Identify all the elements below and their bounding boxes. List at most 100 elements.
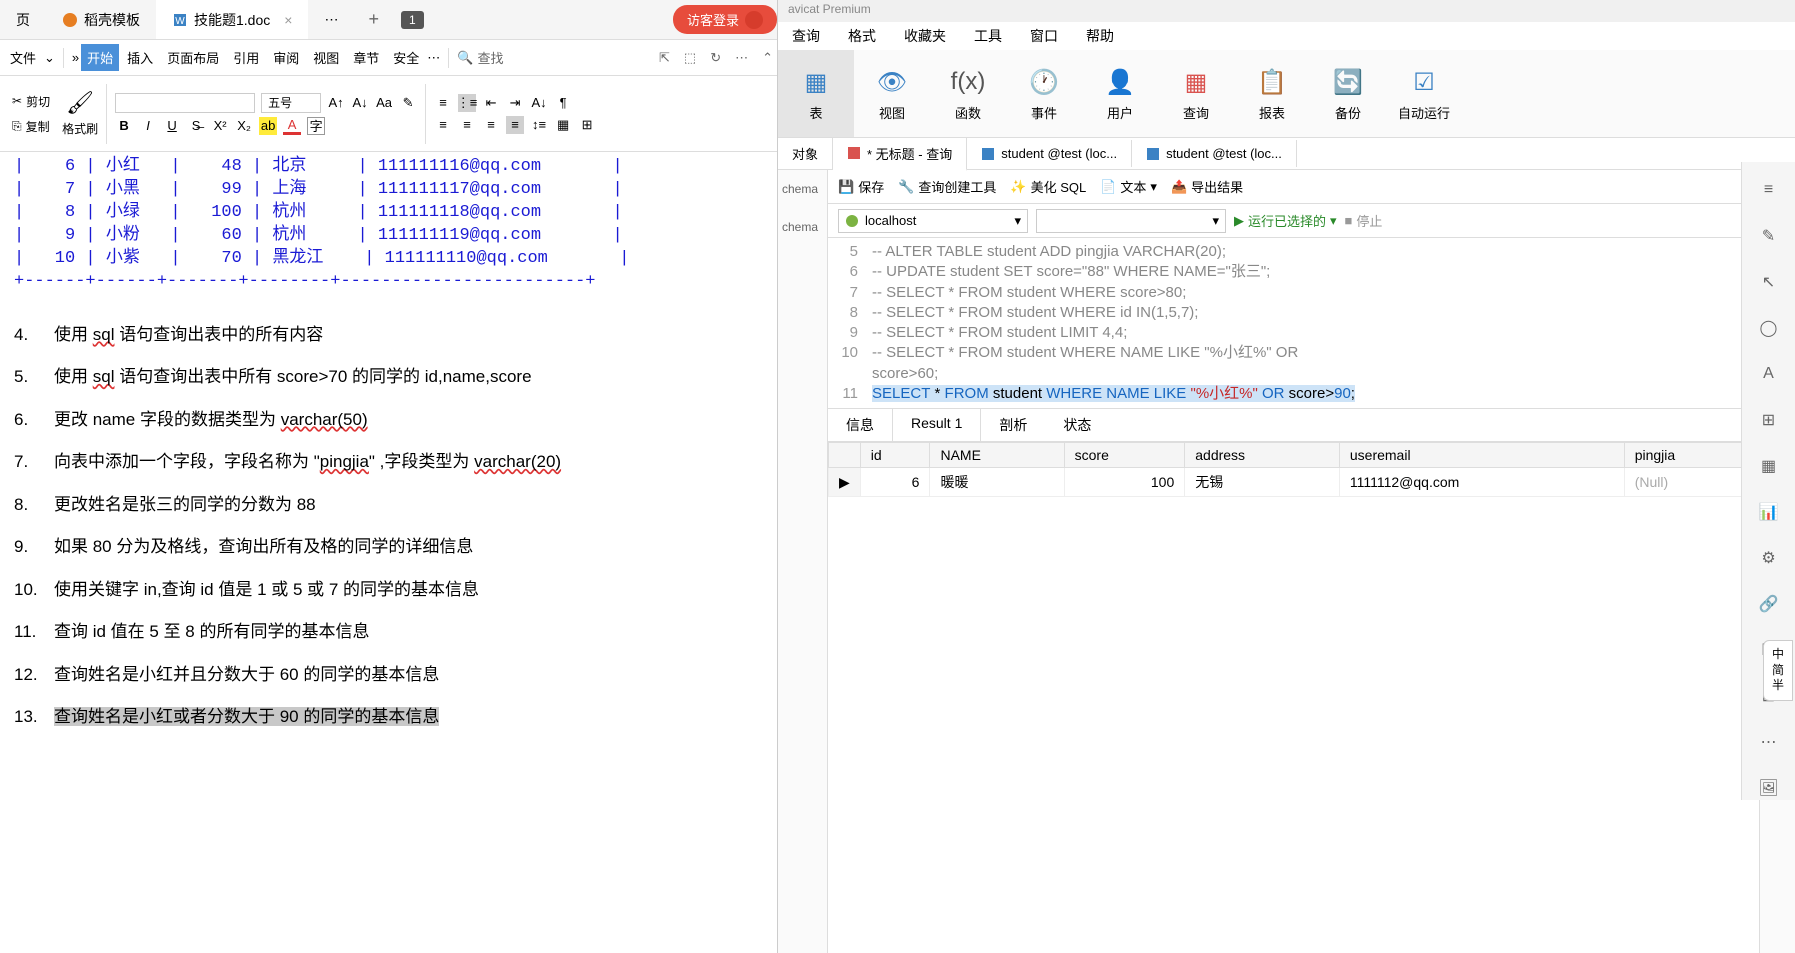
tab-document[interactable]: W 技能题1.doc × — [156, 0, 308, 39]
column-header[interactable]: score — [1064, 443, 1185, 468]
paintbrush-icon[interactable]: 🖌 — [66, 90, 94, 116]
menu-item[interactable]: 工具 — [974, 26, 1002, 46]
cursor-icon[interactable]: ↖ — [1757, 270, 1781, 294]
cell[interactable]: 无锡 — [1185, 468, 1340, 497]
sync-icon[interactable]: ↻ — [710, 50, 721, 66]
menu-start[interactable]: 开始 — [81, 44, 119, 71]
ribbon-view-button[interactable]: 👁视图 — [854, 50, 930, 137]
cell[interactable]: 暖暖 — [930, 468, 1064, 497]
menu-item[interactable]: 帮助 — [1086, 26, 1114, 46]
column-header[interactable]: useremail — [1339, 443, 1624, 468]
align-right-icon[interactable]: ≡ — [482, 116, 500, 134]
document-body[interactable]: | 6 | 小红 | 48 | 北京 | 111111116@qq.com | … — [0, 152, 777, 953]
new-tab-button[interactable]: + — [354, 9, 393, 30]
guest-login-button[interactable]: 访客登录 — [673, 5, 777, 34]
ribbon-user-button[interactable]: 👤用户 — [1082, 50, 1158, 137]
menu-item[interactable]: 查询 — [792, 26, 820, 46]
table-icon[interactable]: ⊞ — [1757, 408, 1781, 432]
copy-button[interactable]: ⎘复制 — [8, 116, 54, 137]
ribbon-fx-button[interactable]: f(x)函数 — [930, 50, 1006, 137]
tab-student-1[interactable]: student @test (loc... — [967, 140, 1132, 167]
font-color-icon[interactable]: A — [283, 117, 301, 135]
ribbon-query-button[interactable]: ▦查询 — [1158, 50, 1234, 137]
cut-button[interactable]: ✂剪切 — [8, 91, 54, 112]
sql-editor[interactable]: 5-- ALTER TABLE student ADD pingjia VARC… — [828, 238, 1759, 408]
run-selected-button[interactable]: ▶ 运行已选择的 ▾ — [1234, 211, 1337, 230]
cell[interactable]: 6 — [860, 468, 930, 497]
connection-select[interactable]: localhost ▾ — [838, 209, 1028, 233]
grid-icon[interactable]: ▦ — [1757, 454, 1781, 478]
database-select[interactable]: ▾ — [1036, 209, 1226, 233]
menu-chapter[interactable]: 章节 — [347, 44, 385, 71]
font-family-select[interactable] — [115, 93, 255, 113]
sort-icon[interactable]: A↓ — [530, 94, 548, 112]
underline-icon[interactable]: U — [163, 117, 181, 135]
result-tab[interactable]: 剖析 — [981, 409, 1045, 441]
more-side-icon[interactable]: ⋯ — [1757, 730, 1781, 754]
align-center-icon[interactable]: ≡ — [458, 116, 476, 134]
indent-left-icon[interactable]: ⇤ — [482, 94, 500, 112]
align-left-icon[interactable]: ≡ — [434, 116, 452, 134]
column-header[interactable]: NAME — [930, 443, 1064, 468]
collapse-icon[interactable]: ≡ — [1757, 178, 1781, 202]
ribbon-clock-button[interactable]: 🕐事件 — [1006, 50, 1082, 137]
bold-icon[interactable]: B — [115, 117, 133, 135]
result-tab[interactable]: 信息 — [828, 409, 892, 441]
grow-font-icon[interactable]: A↑ — [327, 94, 345, 112]
table-row[interactable]: ▶6暖暖100无锡1111112@qq.com(Null) — [829, 468, 1759, 497]
number-list-icon[interactable]: ⋮≡ — [458, 94, 476, 112]
menu-overflow-icon[interactable]: ⋯ — [427, 50, 440, 66]
bullet-list-icon[interactable]: ≡ — [434, 94, 452, 112]
char-border-icon[interactable]: 字 — [307, 117, 325, 135]
align-justify-icon[interactable]: ≡ — [506, 116, 524, 134]
close-icon[interactable]: × — [284, 12, 292, 28]
change-case-icon[interactable]: Aa — [375, 94, 393, 112]
tab-objects[interactable]: 对象 — [778, 138, 833, 169]
ime-badge[interactable]: 中简半 — [1763, 640, 1793, 701]
indent-right-icon[interactable]: ⇥ — [506, 94, 524, 112]
font-size-select[interactable] — [261, 93, 321, 113]
italic-icon[interactable]: I — [139, 117, 157, 135]
show-marks-icon[interactable]: ¶ — [554, 94, 572, 112]
ribbon-backup-button[interactable]: 🔄备份 — [1310, 50, 1386, 137]
menu-references[interactable]: 引用 — [227, 44, 265, 71]
export-result-button[interactable]: 📤导出结果 — [1171, 177, 1243, 196]
tab-overflow[interactable]: ⋯ — [308, 0, 354, 39]
text-icon[interactable]: A — [1757, 362, 1781, 386]
cloud-icon[interactable]: ⬚ — [684, 50, 696, 66]
query-builder-button[interactable]: 🔧查询创建工具 — [898, 177, 996, 196]
pen-icon[interactable]: ✎ — [1757, 224, 1781, 248]
more-icon[interactable]: ⋯ — [735, 50, 748, 66]
result-tab[interactable]: 状态 — [1045, 409, 1109, 441]
menu-file[interactable]: 文件 — [4, 44, 42, 71]
strike-icon[interactable]: S̶ — [187, 117, 205, 135]
menu-item[interactable]: 格式 — [848, 26, 876, 46]
menu-more-icon[interactable]: » — [72, 50, 79, 65]
highlight-icon[interactable]: ab — [259, 117, 277, 135]
search-button[interactable]: 🔍 查找 — [457, 48, 503, 67]
menu-item[interactable]: 窗口 — [1030, 26, 1058, 46]
chart-icon[interactable]: 📊 — [1757, 500, 1781, 524]
menu-security[interactable]: 安全 — [387, 44, 425, 71]
ribbon-table-button[interactable]: ▦表 — [778, 50, 854, 137]
stop-button[interactable]: ■ 停止 — [1345, 211, 1383, 230]
cell[interactable]: 1111112@qq.com — [1339, 468, 1624, 497]
tab-student-2[interactable]: student @test (loc... — [1132, 140, 1297, 167]
menu-page-layout[interactable]: 页面布局 — [161, 44, 225, 71]
line-spacing-icon[interactable]: ↕≡ — [530, 116, 548, 134]
column-header[interactable]: address — [1185, 443, 1340, 468]
image-icon[interactable]: 🖼 — [1757, 776, 1781, 800]
result-grid[interactable]: idNAMEscoreaddressuseremailpingjia ▶6暖暖1… — [828, 442, 1759, 953]
column-header[interactable]: id — [860, 443, 930, 468]
ribbon-report-button[interactable]: 📋报表 — [1234, 50, 1310, 137]
caret-icon[interactable]: ⌃ — [762, 50, 773, 66]
menu-review[interactable]: 审阅 — [267, 44, 305, 71]
link-icon[interactable]: 🔗 — [1757, 592, 1781, 616]
ribbon-auto-button[interactable]: ☑自动运行 — [1386, 50, 1462, 137]
text-button[interactable]: 📄文本▾ — [1100, 177, 1157, 196]
clear-format-icon[interactable]: ✎ — [399, 94, 417, 112]
superscript-icon[interactable]: X² — [211, 117, 229, 135]
column-header[interactable]: pingjia — [1624, 443, 1758, 468]
borders-icon[interactable]: ⊞ — [578, 116, 596, 134]
menu-item[interactable]: 收藏夹 — [904, 26, 946, 46]
